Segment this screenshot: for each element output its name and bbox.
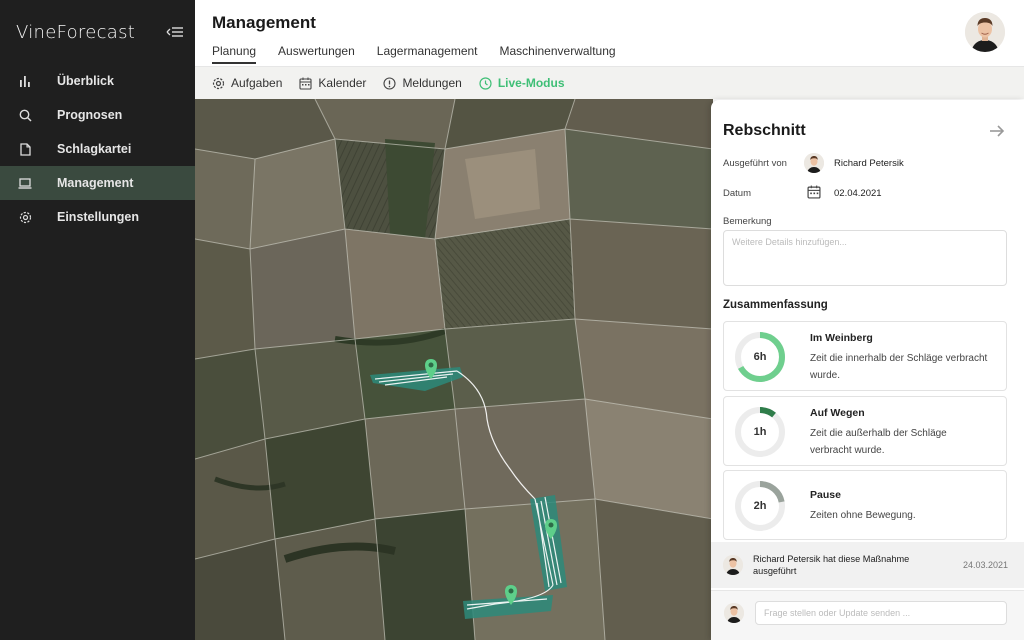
- sidebar-item-schlagkartei[interactable]: Schlagkartei: [0, 132, 195, 166]
- gear-icon: [18, 210, 32, 224]
- user-portrait-icon: [965, 12, 1005, 52]
- remark-input[interactable]: [723, 230, 1007, 286]
- card-description: Zeit die außerhalb der Schläge verbracht…: [810, 428, 947, 456]
- subnav-meldungen[interactable]: Meldungen: [383, 76, 462, 90]
- logo-row: VineForecast: [16, 20, 186, 44]
- card-title: Pause: [810, 489, 841, 501]
- sidebar-item-einstellungen[interactable]: Einstellungen: [0, 200, 195, 234]
- sidebar-nav: Überblick Prognosen Schlagkartei Managem…: [0, 64, 195, 234]
- card-title: Im Weinberg: [810, 332, 873, 344]
- laptop-icon: [18, 176, 32, 190]
- activity-date: 24.03.2021: [963, 560, 1009, 570]
- gear-icon: [212, 77, 225, 90]
- comment-input[interactable]: [755, 601, 1007, 625]
- activity-text: Richard Petersik hat diese Maßnahme ausg…: [753, 554, 910, 576]
- executed-by-name: Richard Petersik: [834, 158, 904, 169]
- calendar-icon: [299, 77, 312, 90]
- map-canvas[interactable]: [195, 99, 713, 640]
- ring-value-label: 1h: [753, 426, 767, 438]
- user-avatar[interactable]: [965, 12, 1005, 52]
- comment-row: [711, 590, 1024, 640]
- clock-icon: [479, 76, 492, 90]
- tab-maschinenverwaltung[interactable]: Maschinenverwaltung: [500, 44, 616, 64]
- date-label: Datum: [723, 188, 751, 199]
- sub-navigation: Aufgaben Kalender Meldungen Live-Modus: [195, 66, 1024, 99]
- calendar-icon[interactable]: [807, 185, 821, 199]
- subnav-kalender[interactable]: Kalender: [299, 76, 366, 90]
- activity-log-entry: Richard Petersik hat diese Maßnahme ausg…: [711, 542, 1024, 588]
- ring-value-label: 6h: [753, 351, 767, 363]
- comment-avatar: [724, 603, 744, 623]
- satellite-map[interactable]: [195, 99, 713, 640]
- arrow-right-icon: [990, 125, 1005, 137]
- subnav-live-modus[interactable]: Live-Modus: [479, 76, 565, 90]
- user-portrait-icon: [804, 153, 824, 173]
- info-icon: [383, 76, 396, 90]
- remark-label: Bemerkung: [723, 216, 772, 227]
- sidebar-item-label: Prognosen: [57, 108, 123, 122]
- sidebar-item-label: Management: [57, 176, 134, 190]
- sidebar: VineForecast Überblick Prognosen Schlagk…: [0, 0, 195, 640]
- summary-card-pause: 2h Pause Zeiten ohne Bewegung.: [723, 470, 1007, 540]
- sidebar-item-label: Überblick: [57, 74, 114, 88]
- card-description: Zeit die innerhalb der Schläge verbracht…: [810, 353, 988, 381]
- user-portrait-icon: [723, 555, 743, 575]
- tab-auswertungen[interactable]: Auswertungen: [278, 44, 355, 64]
- subnav-label: Live-Modus: [497, 76, 565, 90]
- document-icon: [18, 142, 32, 156]
- collapse-sidebar-button[interactable]: [164, 24, 186, 40]
- sidebar-item-ueberblick[interactable]: Überblick: [0, 64, 195, 98]
- menu-collapse-icon: [166, 27, 183, 37]
- subnav-label: Kalender: [318, 76, 367, 90]
- tab-planung[interactable]: Planung: [212, 44, 257, 64]
- executed-by-label: Ausgeführt von: [723, 158, 787, 169]
- sidebar-item-prognosen[interactable]: Prognosen: [0, 98, 195, 132]
- subnav-label: Aufgaben: [231, 76, 283, 90]
- summary-title: Zusammenfassung: [723, 299, 828, 311]
- sidebar-item-label: Schlagkartei: [57, 142, 132, 156]
- task-detail-panel: Rebschnitt Ausgeführt von Richard Peters…: [711, 100, 1024, 640]
- date-value: 02.04.2021: [834, 188, 882, 199]
- card-title: Auf Wegen: [810, 407, 865, 419]
- sidebar-item-management[interactable]: Management: [0, 166, 195, 200]
- tab-lagermanagement[interactable]: Lagermanagement: [377, 44, 478, 64]
- page-header: Management Planung Auswertungen Lagerman…: [195, 0, 1024, 66]
- page-title: Management: [212, 13, 316, 32]
- app-logo[interactable]: VineForecast: [16, 22, 135, 43]
- close-panel-button[interactable]: [989, 124, 1005, 138]
- activity-avatar: [723, 555, 743, 575]
- sidebar-item-label: Einstellungen: [57, 210, 139, 224]
- main-tabs: Planung Auswertungen Lagermanagement Mas…: [212, 44, 638, 64]
- card-description: Zeiten ohne Bewegung.: [810, 510, 916, 521]
- search-icon: [18, 108, 32, 122]
- user-portrait-icon: [724, 603, 744, 623]
- summary-card-auf-wegen: 1h Auf Wegen Zeit die außerhalb der Schl…: [723, 396, 1007, 466]
- subnav-aufgaben[interactable]: Aufgaben: [212, 76, 282, 90]
- executor-avatar: [804, 153, 824, 173]
- subnav-label: Meldungen: [402, 76, 462, 90]
- summary-card-im-weinberg: 6h Im Weinberg Zeit die innerhalb der Sc…: [723, 321, 1007, 391]
- ring-value-label: 2h: [753, 500, 767, 512]
- bar-chart-icon: [18, 74, 32, 88]
- panel-title: Rebschnitt: [723, 122, 806, 139]
